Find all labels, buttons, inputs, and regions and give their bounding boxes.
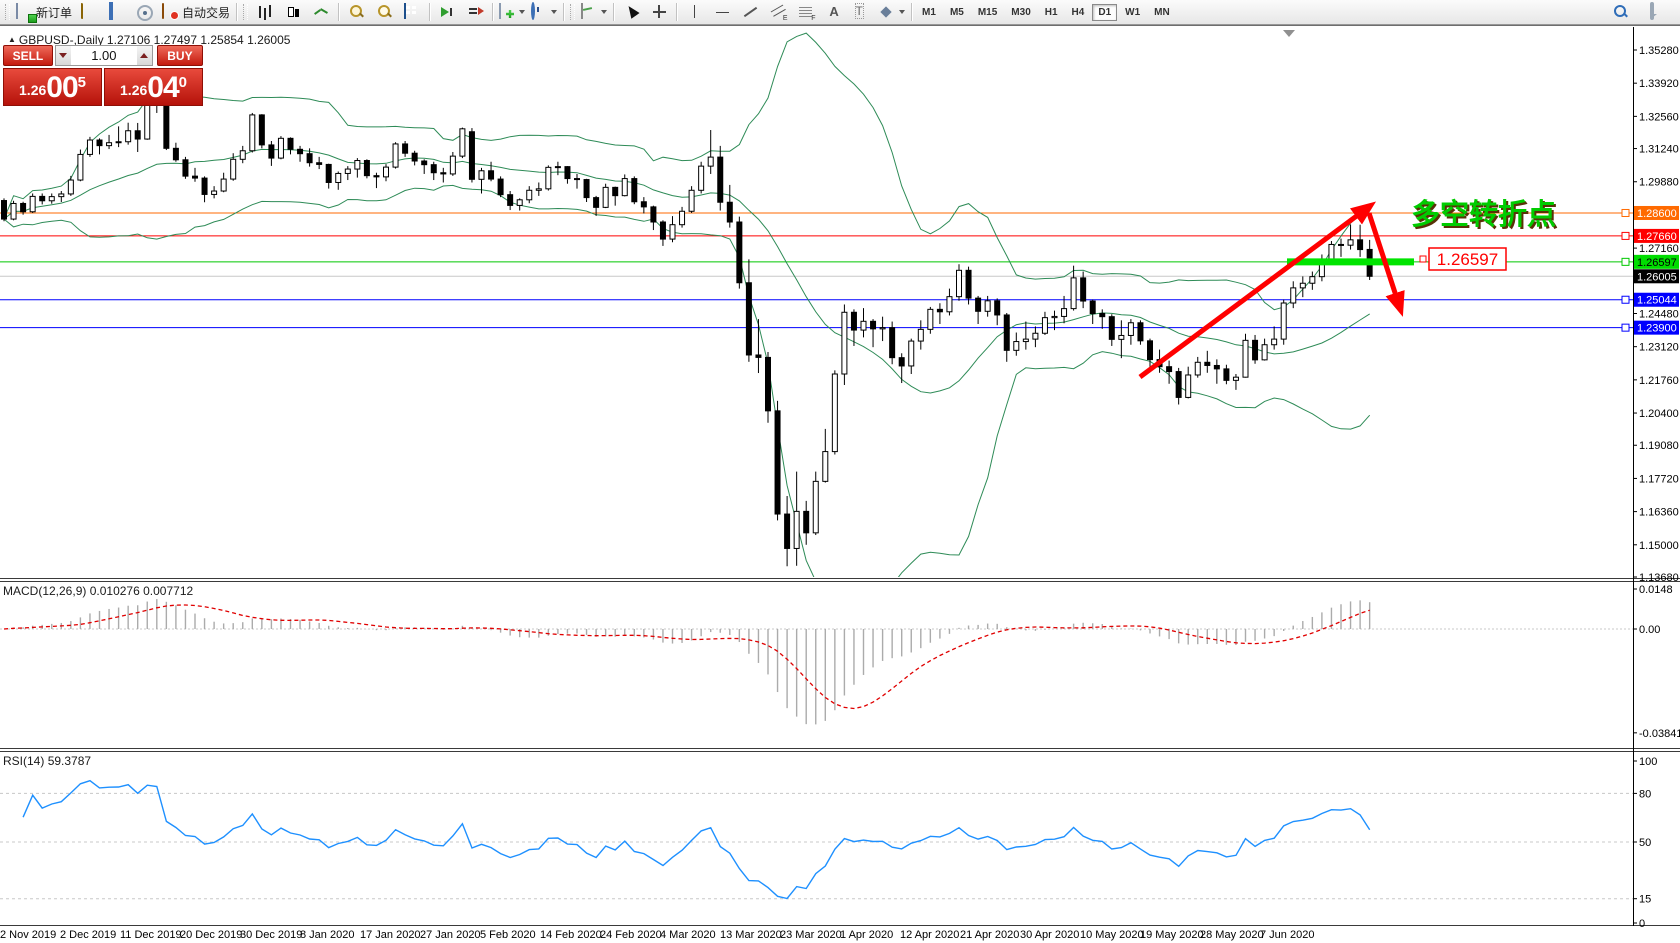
svg-text:1.26597: 1.26597 (1637, 257, 1677, 269)
buy-price-small: 1.26 (120, 77, 147, 103)
date-label: 2 Nov 2019 (0, 929, 56, 941)
macd-axis-label: 0.0148 (1639, 584, 1673, 596)
svg-text:1.26005: 1.26005 (1637, 271, 1677, 283)
buy-price[interactable]: 1.26040 (104, 68, 203, 106)
svg-text:1.35280: 1.35280 (1639, 45, 1679, 57)
triangle-up-icon (140, 53, 148, 58)
one-click-trading-panel: SELL BUY 1.26005 1.26040 (3, 45, 203, 107)
rsi-indicator-label: RSI(14) 59.3787 (3, 754, 91, 768)
rsi-axis-label: 0 (1639, 918, 1645, 930)
hline-anchor-square[interactable] (1622, 209, 1629, 216)
volume-increase-button[interactable] (137, 46, 152, 65)
rsi-axis-label: 15 (1639, 894, 1651, 906)
date-label: 2 Dec 2019 (60, 929, 116, 941)
bollinger-upper-band (4, 33, 1370, 310)
svg-text:1.27160: 1.27160 (1639, 243, 1679, 255)
svg-text:1.15000: 1.15000 (1639, 540, 1679, 552)
svg-text:1.21760: 1.21760 (1639, 375, 1679, 387)
sell-button[interactable]: SELL (3, 45, 53, 66)
hline-anchor-square[interactable] (1622, 324, 1629, 331)
date-label: 27 Jan 2020 (420, 929, 481, 941)
main-price-panel (0, 33, 1633, 600)
date-label: 11 Dec 2019 (120, 929, 182, 941)
macd-indicator-label: MACD(12,26,9) 0.010276 0.007712 (3, 584, 193, 598)
svg-text:1.19080: 1.19080 (1639, 440, 1679, 452)
annotation-text[interactable]: 多空转折点 (1411, 197, 1556, 231)
price-axis[interactable]: 1.35280 1.33920 1.32560 1.31240 1.29880 1.271… (1633, 45, 1679, 584)
date-label: 19 May 2020 (1140, 929, 1204, 941)
date-label: 10 May 2020 (1080, 929, 1144, 941)
chart-shift-marker[interactable] (1283, 30, 1295, 37)
sell-price-small: 1.26 (19, 77, 46, 103)
rsi-axis-label: 80 (1639, 788, 1651, 800)
buy-price-big: 04 (147, 73, 178, 103)
rsi-line (23, 781, 1370, 899)
date-label: 24 Feb 2020 (600, 929, 662, 941)
svg-text:1.17720: 1.17720 (1639, 473, 1679, 485)
price-chart-canvas: 多空转折点多空转折点1.265971.352801.339201.325601.… (0, 1, 1680, 943)
label-anchor-square[interactable] (1420, 256, 1426, 262)
date-label: 21 Apr 2020 (960, 929, 1019, 941)
svg-text:1.20400: 1.20400 (1639, 408, 1679, 420)
svg-text:1.25044: 1.25044 (1637, 295, 1677, 307)
candlestick-series (2, 81, 1373, 566)
buy-price-sup: 0 (179, 63, 187, 103)
chart-window: 多空转折点多空转折点1.265971.352801.339201.325601.… (0, 25, 1680, 943)
rsi-axis-label: 100 (1639, 756, 1657, 768)
date-label: 12 Apr 2020 (900, 929, 959, 941)
rsi-axis-label: 50 (1639, 837, 1651, 849)
sell-price[interactable]: 1.26005 (3, 68, 102, 106)
date-label: 17 Jan 2020 (360, 929, 421, 941)
svg-text:1.23120: 1.23120 (1639, 342, 1679, 354)
date-label: 20 Dec 2019 (180, 929, 242, 941)
date-label: 7 Jun 2020 (1260, 929, 1314, 941)
date-label: 13 Mar 2020 (720, 929, 782, 941)
svg-text:1.33920: 1.33920 (1639, 78, 1679, 90)
sell-price-sup: 5 (78, 63, 86, 103)
date-label: 30 Apr 2020 (1020, 929, 1079, 941)
hline-anchor-square[interactable] (1622, 258, 1629, 265)
date-label: 28 May 2020 (1200, 929, 1264, 941)
rsi-panel (0, 781, 1633, 899)
svg-text:1.29880: 1.29880 (1639, 177, 1679, 189)
date-label: 1 Apr 2020 (840, 929, 893, 941)
volume-decrease-button[interactable] (56, 46, 71, 65)
price-label-text: 1.26597 (1437, 250, 1498, 269)
mt4-window: 新订单 自动交易 E F A T (0, 0, 1680, 943)
svg-text:1.23900: 1.23900 (1637, 323, 1677, 335)
macd-signal-line (4, 605, 1370, 709)
date-label: 4 Mar 2020 (660, 929, 716, 941)
time-axis[interactable]: 2 Nov 2019 2 Dec 2019 11 Dec 201920 Dec 20… (0, 929, 1314, 941)
volume-stepper (55, 45, 153, 66)
date-label: 30 Dec 2019 (240, 929, 302, 941)
svg-text:1.32560: 1.32560 (1639, 111, 1679, 123)
svg-text:1.28600: 1.28600 (1637, 208, 1677, 220)
svg-text:1.24480: 1.24480 (1639, 308, 1679, 320)
triangle-down-icon (59, 53, 67, 58)
date-label: 8 Jan 2020 (300, 929, 354, 941)
collapse-arrow-icon[interactable]: ▲ (8, 35, 16, 44)
hline-anchor-square[interactable] (1622, 296, 1629, 303)
date-label: 14 Feb 2020 (540, 929, 602, 941)
bollinger-lower-band (4, 185, 1370, 599)
date-label: 23 Mar 2020 (780, 929, 842, 941)
sell-price-big: 00 (46, 73, 77, 103)
svg-text:1.16360: 1.16360 (1639, 507, 1679, 519)
date-label: 5 Feb 2020 (480, 929, 536, 941)
macd-axis-label: -0.038415 (1639, 728, 1680, 740)
svg-text:1.27660: 1.27660 (1637, 231, 1677, 243)
hline-anchor-square[interactable] (1622, 232, 1629, 239)
svg-text:1.31240: 1.31240 (1639, 144, 1679, 156)
svg-text:1.13680: 1.13680 (1639, 572, 1679, 584)
macd-panel (0, 599, 1633, 724)
macd-axis-label: 0.00 (1639, 624, 1660, 636)
